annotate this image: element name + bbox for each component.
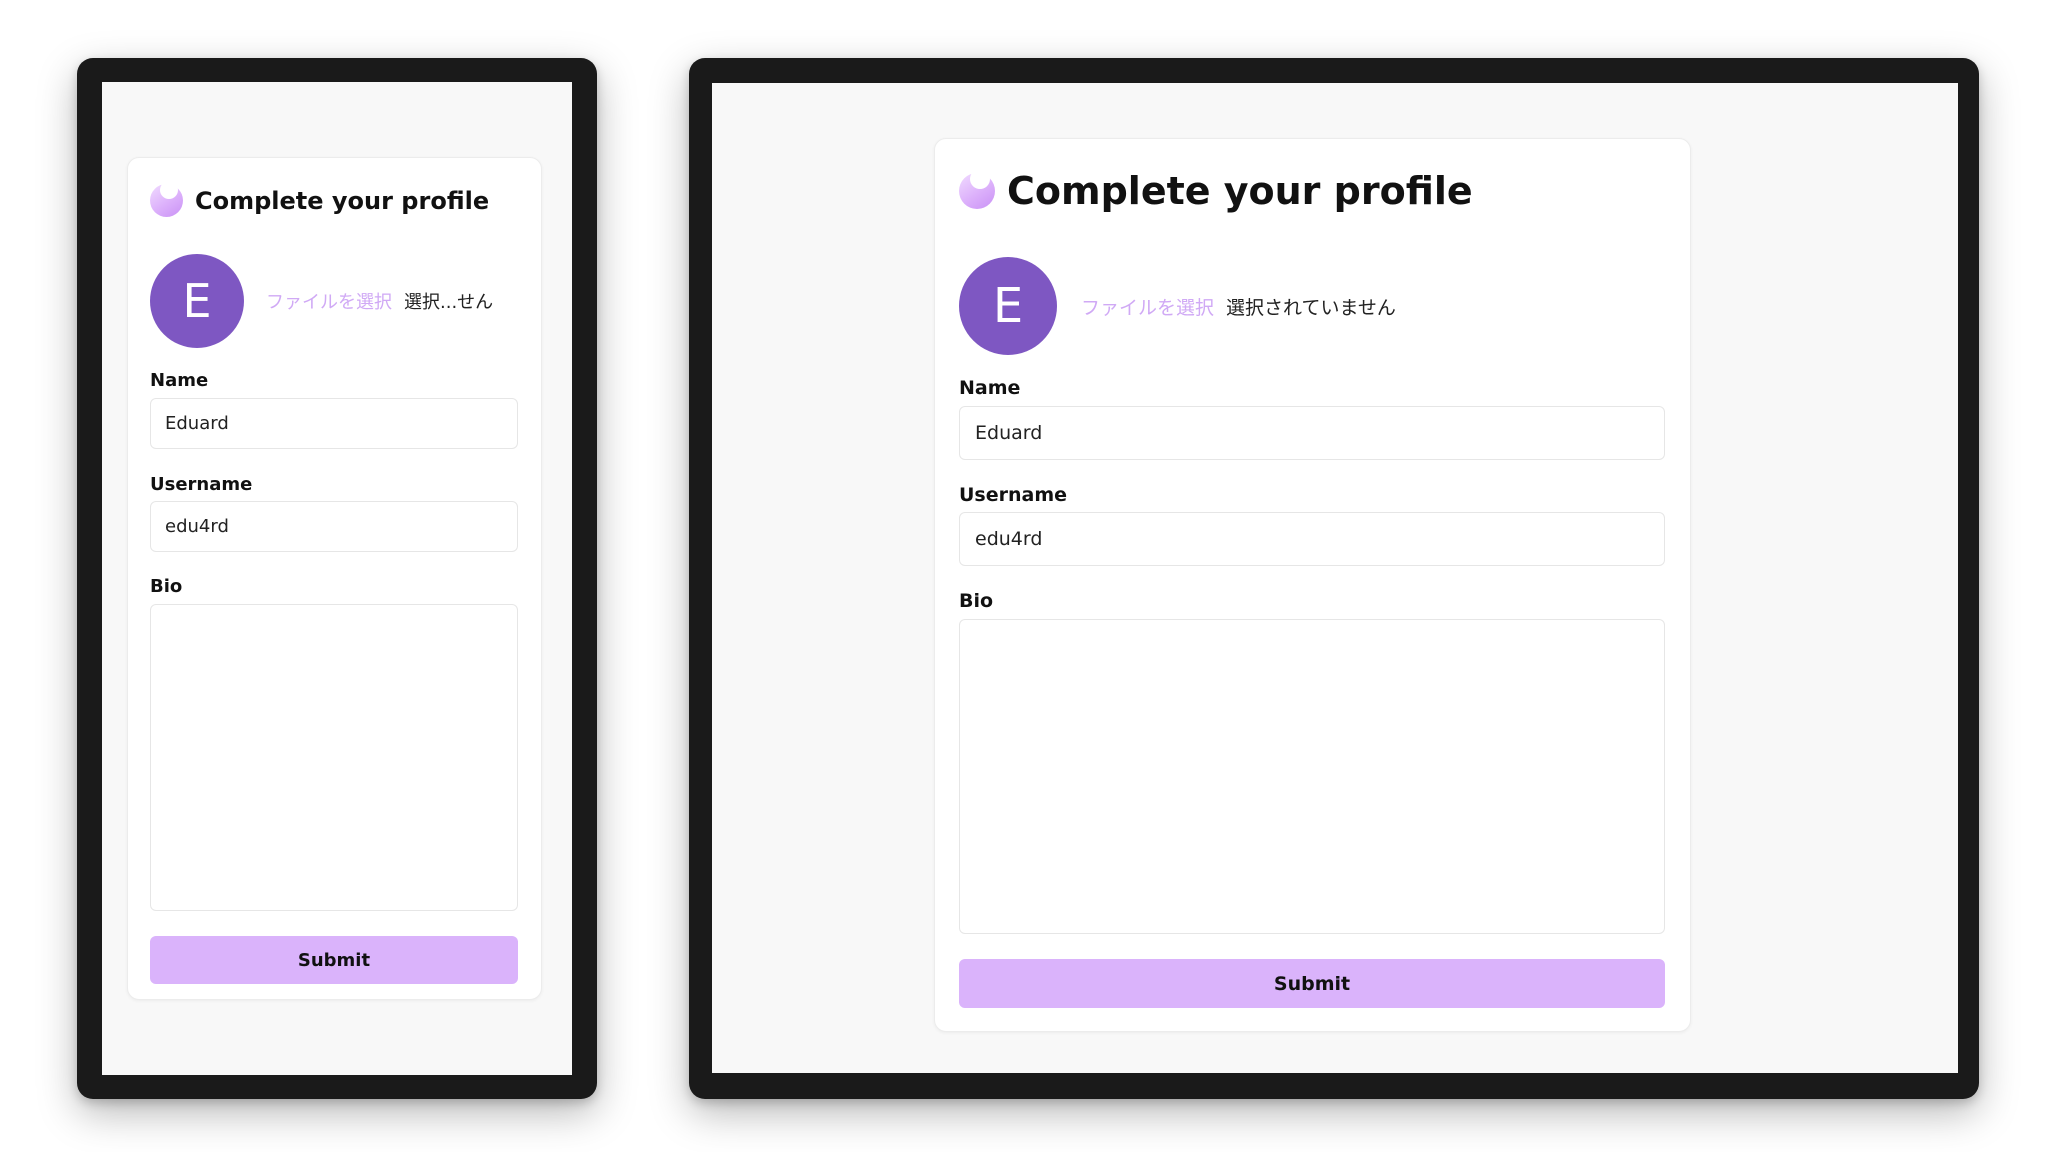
page-title: Complete your profile [1007,169,1473,213]
avatar: E [150,254,244,348]
username-label: Username [150,474,253,495]
profile-card: Complete your profile E ファイルを選択 選択されていませ… [934,138,1691,1032]
page-title: Complete your profile [195,186,490,215]
crescent-logo-icon [959,169,995,209]
submit-button[interactable]: Submit [959,959,1665,1008]
card-header: Complete your profile [150,181,490,217]
name-label: Name [150,370,209,391]
crescent-logo-icon [150,181,183,217]
avatar: E [959,257,1057,355]
name-input[interactable]: Eduard [959,406,1665,460]
avatar-upload-row: E ファイルを選択 選択されていません [959,257,1396,355]
submit-button[interactable]: Submit [150,936,518,984]
choose-file-button[interactable]: ファイルを選択 [266,288,392,314]
bio-textarea[interactable] [150,604,518,911]
desktop-device-frame: Complete your profile E ファイルを選択 選択されていませ… [689,58,1979,1099]
username-input[interactable]: edu4rd [150,501,518,552]
profile-card: Complete your profile E ファイルを選択 選択...せん … [127,157,542,1000]
username-label: Username [959,484,1068,506]
file-status-text: 選択...せん [404,292,494,313]
choose-file-button[interactable]: ファイルを選択 [1081,293,1214,320]
bio-textarea[interactable] [959,619,1665,934]
bio-label: Bio [150,576,183,597]
mobile-screen: Complete your profile E ファイルを選択 選択...せん … [102,82,572,1075]
desktop-screen: Complete your profile E ファイルを選択 選択されていませ… [712,83,1958,1073]
name-label: Name [959,377,1021,399]
file-status-text: 選択されていません [1226,296,1396,319]
name-input[interactable]: Eduard [150,398,518,449]
card-header: Complete your profile [959,169,1473,213]
avatar-upload-row: E ファイルを選択 選択...せん [150,254,493,348]
bio-label: Bio [959,590,994,612]
username-input[interactable]: edu4rd [959,512,1665,566]
mobile-device-frame: Complete your profile E ファイルを選択 選択...せん … [77,58,597,1099]
